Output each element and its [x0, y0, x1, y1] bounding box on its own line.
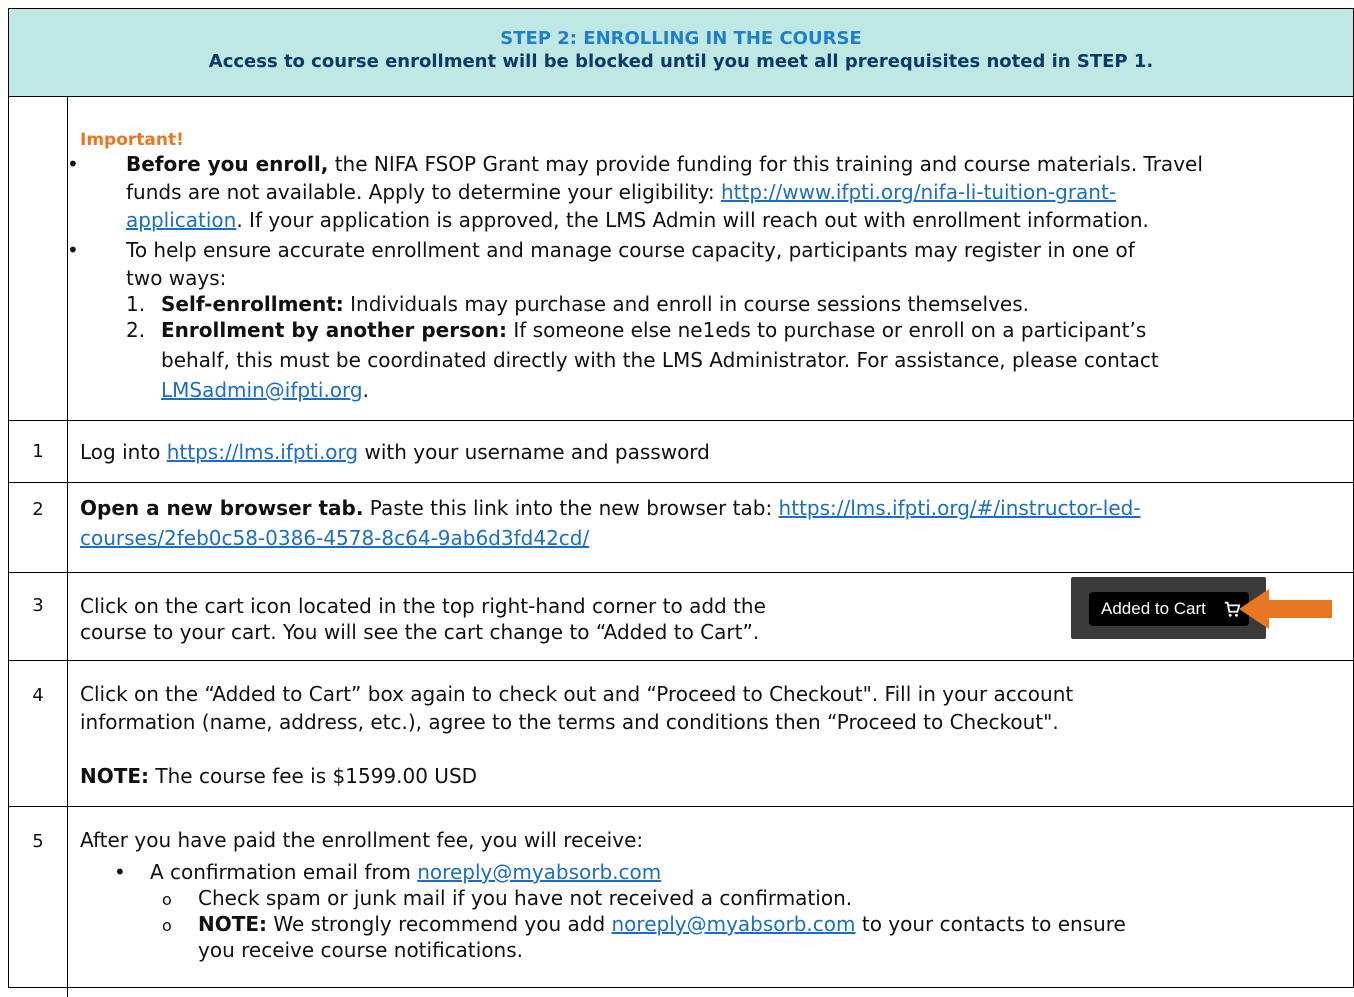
sub-bullet-text: Check spam or junk mail if you have not … [198, 886, 853, 910]
bullet-icon: • [114, 860, 126, 884]
before-enroll-bold: Before you enroll, [126, 152, 329, 176]
step-text: course to your cart. You will see the ca… [80, 620, 760, 644]
item-number: 1. [126, 292, 146, 316]
noreply-email-link[interactable]: noreply@myabsorb.com [417, 860, 661, 884]
added-to-cart-screenshot: Added to Cart [1071, 577, 1266, 639]
bullet-text: To help ensure accurate enrollment and m… [126, 238, 1135, 262]
step-row-1: 1 Log into https://lms.ifpti.org with yo… [9, 421, 1353, 483]
item-text: . [362, 378, 369, 402]
step-number: 1 [32, 441, 44, 462]
note-label: NOTE: [198, 912, 268, 936]
sub-bullet-text: you receive course notifications. [198, 938, 524, 962]
enrollment-table: STEP 2: ENROLLING IN THE COURSE Access t… [8, 8, 1354, 997]
circle-bullet-icon: o [162, 916, 172, 935]
step-title: STEP 2: ENROLLING IN THE COURSE [500, 28, 862, 49]
step-text: with your username and password [358, 440, 710, 464]
item-text: If someone else ne1eds to purchase or en… [507, 318, 1147, 342]
course-link[interactable]: https://lms.ifpti.org/#/instructor-led- [779, 496, 1141, 520]
noreply-email-link[interactable]: noreply@myabsorb.com [612, 912, 856, 936]
item-number: 2. [126, 318, 146, 342]
step-text: Paste this link into the new browser tab… [363, 496, 779, 520]
step-text: information (name, address, etc.), agree… [80, 710, 1059, 734]
course-fee-text: The course fee is $1599.00 USD [149, 764, 478, 788]
item-text: Individuals may purchase and enroll in c… [343, 292, 1030, 316]
important-label: Important! [80, 130, 184, 150]
bullet-item: • Before you enroll, the NIFA FSOP Grant… [67, 151, 1203, 177]
bullet-item: • A confirmation email from noreply@myab… [114, 859, 661, 885]
step-row-2: 2 Open a new browser tab. Paste this lin… [9, 483, 1353, 573]
step-text: After you have paid the enrollment fee, … [80, 828, 644, 852]
item-text: behalf, this must be coordinated directl… [161, 348, 1159, 372]
circle-bullet-icon: o [162, 890, 172, 909]
grant-application-link[interactable]: application [126, 208, 236, 232]
course-link[interactable]: courses/2feb0c58-0386-4578-8c64-9ab6d3fd… [80, 526, 589, 550]
cart-label: Added to Cart [1101, 599, 1206, 618]
step-text: Log into [80, 440, 167, 464]
enrollment-another-bold: Enrollment by another person: [161, 318, 507, 342]
sub-bullet-text: to your contacts to ensure [855, 912, 1126, 936]
self-enrollment-bold: Self-enrollment: [161, 292, 344, 316]
bullet-text: A confirmation email from [150, 860, 418, 884]
bullet-text: funds are not available. Apply to determ… [126, 180, 721, 204]
step-text: Click on the cart icon located in the to… [80, 594, 766, 618]
step-header: STEP 2: ENROLLING IN THE COURSE Access t… [9, 9, 1353, 97]
note-label: NOTE: [80, 764, 150, 788]
lms-login-link[interactable]: https://lms.ifpti.org [167, 440, 358, 464]
bullet-text: . If your application is approved, the L… [236, 208, 1149, 232]
step-subtitle: Access to course enrollment will be bloc… [208, 51, 1154, 72]
sub-bullet-text: We strongly recommend you add [267, 912, 612, 936]
step-number: 2 [32, 499, 44, 520]
sub-bullet-item: o Check spam or junk mail if you have no… [162, 885, 852, 913]
numbered-item: 1. Self-enrollment: Individuals may purc… [126, 291, 1029, 317]
step-number: 5 [32, 831, 44, 852]
numbered-item: 2. Enrollment by another person: If some… [126, 317, 1146, 343]
sub-bullet-item: o NOTE: We strongly recommend you add no… [162, 911, 1126, 939]
open-tab-bold: Open a new browser tab. [80, 496, 364, 520]
step-text: Click on the “Added to Cart” box again t… [80, 682, 1074, 706]
added-to-cart-button: Added to Cart [1089, 592, 1249, 626]
grant-application-link[interactable]: http://www.ifpti.org/nifa-li-tuition-gra… [721, 180, 1116, 204]
step-number: 3 [32, 595, 44, 616]
step-row-4: 4 Click on the “Added to Cart” box again… [9, 661, 1353, 807]
pointer-arrow-icon [1239, 589, 1332, 629]
important-row: Important! • Before you enroll, the NIFA… [9, 97, 1353, 421]
lms-admin-email-link[interactable]: LMSadmin@ifpti.org [161, 378, 363, 402]
step-number: 4 [32, 685, 44, 706]
bullet-icon: • [67, 152, 79, 176]
bullet-text: two ways: [126, 266, 227, 290]
bullet-text: the NIFA FSOP Grant may provide funding … [328, 152, 1203, 176]
bullet-icon: • [67, 238, 79, 262]
step-row-5: 5 After you have paid the enrollment fee… [9, 807, 1353, 997]
bullet-item: • To help ensure accurate enrollment and… [67, 237, 1135, 263]
